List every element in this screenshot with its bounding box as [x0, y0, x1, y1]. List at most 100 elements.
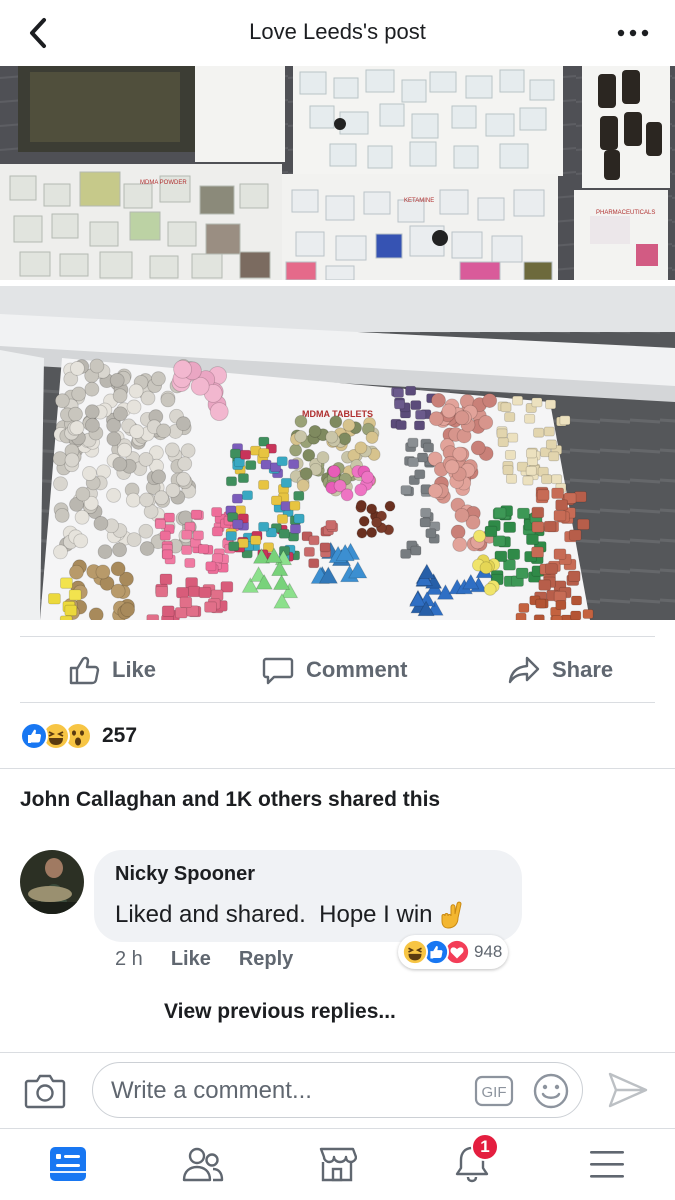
- reactions-summary[interactable]: 257: [20, 720, 137, 752]
- tablet: [112, 542, 127, 558]
- post-photo-1[interactable]: MDMA POWDER KETAMINE PHARMACEUTICALS: [0, 66, 675, 280]
- tablet: [299, 467, 313, 481]
- post-photo-2[interactable]: MDMA TABLETS: [0, 286, 675, 620]
- emoji-button[interactable]: [532, 1072, 570, 1110]
- tablet: [503, 521, 517, 533]
- tablet: [405, 385, 417, 396]
- gif-button[interactable]: GIF: [474, 1075, 514, 1107]
- send-button[interactable]: [606, 1070, 650, 1110]
- tablet: [427, 483, 443, 499]
- tablet: [48, 593, 61, 605]
- share-arrow-icon: [508, 656, 540, 684]
- tablet: [541, 474, 553, 485]
- comment-input[interactable]: [111, 1073, 461, 1109]
- tablet: [184, 558, 196, 568]
- comment-meta: 2 h Like Reply: [115, 948, 293, 971]
- comment-text: Liked and shared. Hope I win: [115, 901, 433, 928]
- tablet: [75, 486, 91, 502]
- comment-reactions[interactable]: 948: [398, 935, 509, 969]
- tablet: [407, 437, 419, 448]
- tablet: [419, 517, 431, 528]
- tablet: [400, 485, 412, 495]
- tablet: [177, 456, 193, 472]
- tablet: [444, 459, 460, 475]
- tablet: [205, 561, 217, 572]
- tablet: [538, 579, 552, 591]
- tablet: [413, 420, 425, 431]
- shares-summary[interactable]: John Callaghan and 1K others shared this: [20, 788, 440, 812]
- tablet: [504, 412, 516, 422]
- tablet: [492, 535, 506, 547]
- tablet: [365, 431, 379, 444]
- nav-news-feed[interactable]: [43, 1141, 93, 1187]
- tablet: [484, 525, 498, 538]
- tablet: [250, 535, 262, 546]
- comment-timestamp: 2 h: [115, 948, 143, 970]
- tablet: [308, 558, 320, 569]
- tablet: [69, 420, 85, 436]
- tablet: [452, 537, 468, 552]
- tablet: [568, 529, 582, 541]
- tablet: [355, 499, 367, 511]
- tablet: [543, 426, 555, 437]
- tablet: [325, 519, 337, 530]
- comment-button[interactable]: Comment: [262, 650, 407, 690]
- gif-label: GIF: [482, 1084, 507, 1101]
- tablet: [531, 397, 543, 408]
- tablet: [88, 607, 104, 620]
- tablet: [120, 602, 135, 618]
- bottom-navigation: 1: [0, 1129, 675, 1200]
- tablet: [560, 614, 572, 620]
- tablet: [151, 469, 167, 485]
- tablet: [545, 563, 558, 575]
- tablet: [384, 500, 396, 512]
- smiley-icon: [533, 1073, 569, 1109]
- tablet: [502, 465, 514, 476]
- nav-friends[interactable]: [178, 1141, 228, 1187]
- tablet: [524, 413, 536, 424]
- comment-reply-link[interactable]: Reply: [239, 948, 293, 971]
- like-reaction-icon: [20, 722, 48, 750]
- tablet: [479, 561, 493, 575]
- view-previous-replies-link[interactable]: View previous replies...: [164, 1000, 396, 1024]
- tablet: [507, 548, 521, 560]
- tablet: [296, 479, 310, 492]
- comment-author[interactable]: Nicky Spooner: [115, 863, 255, 886]
- more-options-button[interactable]: [613, 18, 653, 48]
- tablet: [175, 471, 191, 487]
- camera-button[interactable]: [24, 1072, 66, 1110]
- avatar[interactable]: [20, 850, 84, 914]
- tablet: [431, 392, 446, 408]
- page-title: Love Leeds's post: [249, 19, 426, 44]
- tablet: [225, 531, 237, 541]
- tablet: [245, 460, 257, 471]
- tablet: [361, 470, 374, 484]
- tablet: [531, 506, 545, 519]
- tablet: [329, 415, 343, 429]
- tablet: [68, 589, 82, 601]
- like-button[interactable]: Like: [68, 650, 156, 690]
- tablet: [478, 415, 494, 430]
- nav-menu[interactable]: [582, 1141, 632, 1187]
- tablet: [180, 443, 196, 459]
- tablet: [209, 402, 229, 421]
- tablet: [271, 495, 283, 506]
- tablet: [582, 609, 594, 619]
- comment-like-link[interactable]: Like: [171, 948, 211, 971]
- label-mdma-powder: MDMA POWDER: [140, 180, 187, 186]
- tablet: [395, 420, 407, 431]
- tablet: [59, 615, 73, 620]
- crossed-fingers-icon: [441, 901, 462, 929]
- comment-bubble: Nicky Spooner Liked and shared. Hope I w…: [94, 850, 522, 942]
- nav-notifications[interactable]: 1: [447, 1133, 499, 1187]
- tablet: [117, 442, 133, 458]
- tablet: [151, 371, 166, 387]
- comment-composer: GIF: [92, 1062, 583, 1118]
- nav-marketplace[interactable]: [312, 1141, 362, 1187]
- tablet: [68, 406, 83, 422]
- tablet: [173, 359, 193, 379]
- share-button[interactable]: Share: [508, 650, 613, 690]
- tablet: [410, 400, 422, 411]
- tablet: [110, 583, 126, 599]
- tablet: [504, 450, 516, 460]
